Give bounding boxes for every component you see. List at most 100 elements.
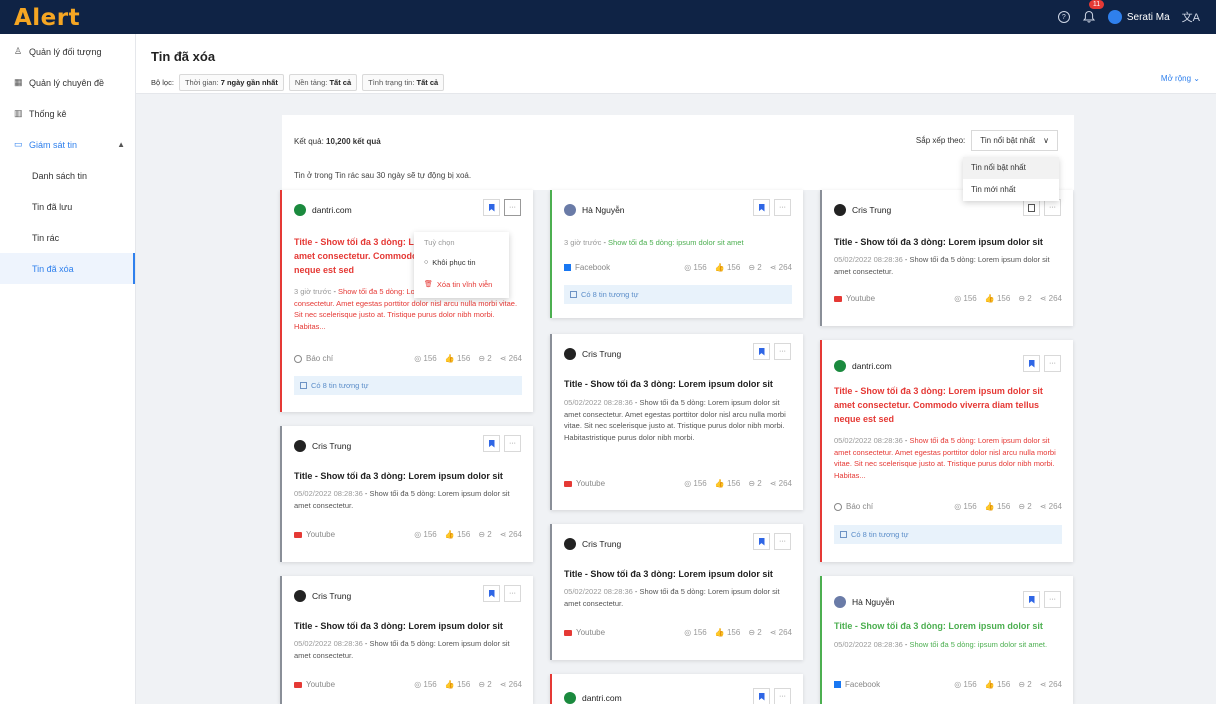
bookmark-button[interactable]	[753, 343, 770, 360]
similar-icon	[300, 382, 307, 389]
notification-bell-icon[interactable]: 11	[1082, 0, 1105, 24]
user-name: Serati Ma	[1126, 11, 1170, 23]
sidebar-item-label: Tin đã xóa	[32, 263, 74, 274]
globe-icon	[294, 354, 302, 363]
news-desc: 05/02/2022 08:28:36 - Show tối đa 5 dòng…	[294, 489, 510, 510]
bookmark-button[interactable]	[483, 435, 500, 452]
news-meta: Youtube ◎ 156 👍 156 ⊖ 2 ⋖ 264	[294, 530, 522, 539]
similar-news-link[interactable]: Có 8 tin tương tự	[834, 525, 1062, 544]
bookmark-button[interactable]	[483, 199, 500, 216]
sidebar-item-topics[interactable]: ▦ Quản lý chuyên đề	[0, 67, 135, 98]
similar-news-link[interactable]: Có 8 tin tương tự	[564, 285, 792, 304]
more-button[interactable]: ···	[504, 585, 521, 602]
news-meta: Báo chí ◎ 156 👍 156 ⊖ 2 ⋖ 264	[294, 354, 522, 363]
options-context-menu: Tuỳ chọn ○ Khôi phục tin 🗑 Xóa tin vĩnh vi…	[414, 232, 509, 298]
sidebar-item-subjects[interactable]: ♙ Quản lý đối tượng	[0, 36, 135, 67]
news-card[interactable]: Cris Trung ··· Title - Show tối đa 3 dòn…	[280, 576, 533, 704]
trash-icon: 🗑	[424, 281, 433, 288]
page-header: Tin đã xóa Bộ lọc: Thời gian: 7 ngày gần…	[136, 34, 1216, 94]
news-card[interactable]: Cris Trung ··· Title - Show tối đa 3 dòn…	[820, 190, 1073, 326]
bookmark-button[interactable]	[1023, 199, 1040, 216]
filter-chip-platform[interactable]: Nền tảng: Tất cả	[288, 74, 358, 91]
user-icon: ♙	[14, 46, 23, 56]
sidebar-item-label: Quản lý chuyên đề	[29, 77, 105, 88]
chevron-down-icon: ∨	[1043, 136, 1049, 145]
chevron-down-icon: ⌄	[1193, 74, 1200, 83]
trash-notice: Tin ở trong Tin rác sau 30 ngày sẽ tự độ…	[294, 171, 472, 180]
similar-news-link[interactable]: Có 8 tin tương tự	[294, 376, 522, 395]
news-title[interactable]: Title - Show tối đa 3 dòng: Lorem ipsum …	[834, 235, 1043, 249]
translate-icon[interactable]: 文A	[1182, 9, 1200, 25]
news-title[interactable]: Title - Show tối đa 3 dòng: Lorem ipsum …	[564, 567, 773, 581]
news-card[interactable]: Cris Trung ··· Title - Show tối đa 3 dòn…	[550, 524, 803, 660]
news-card[interactable]: Hà Nguyễn ··· 3 giờ trước - Show tối đa …	[550, 190, 803, 318]
sidebar-item-news-list[interactable]: Danh sách tin	[0, 160, 135, 191]
news-card[interactable]: dantri.com ···	[550, 674, 803, 704]
result-count: Kết quả: 10,200 kết quả	[294, 137, 381, 146]
sidebar-item-spam[interactable]: Tin rác	[0, 222, 135, 253]
avatar	[294, 440, 306, 452]
avatar	[1107, 10, 1122, 24]
bookmark-button[interactable]	[1023, 591, 1040, 608]
more-button[interactable]: ···	[774, 533, 791, 550]
news-title[interactable]: Title - Show tối đa 3 dòng: Lorem ipsum …	[834, 384, 1064, 426]
news-title[interactable]: Title - Show tối đa 3 dòng: Lorem ipsum …	[294, 619, 503, 633]
sidebar-item-deleted[interactable]: Tin đã xóa	[0, 253, 135, 284]
more-button[interactable]: ···	[504, 435, 521, 452]
sort-label: Sắp xếp theo:	[915, 136, 966, 145]
more-button[interactable]: ···	[1044, 591, 1061, 608]
chevron-up-icon: ▲	[117, 140, 125, 149]
more-button[interactable]: ···	[1044, 355, 1061, 372]
filter-label: Bộ lọc:	[151, 78, 174, 87]
sort-option-newest[interactable]: Tin mới nhất	[963, 179, 1059, 201]
bookmark-button[interactable]	[1023, 355, 1040, 372]
expand-filters-link[interactable]: Mở rộng ⌄	[1161, 74, 1200, 83]
more-button[interactable]: ···	[504, 199, 521, 216]
news-card[interactable]: Hà Nguyễn ··· Title - Show tối đa 3 dòng…	[820, 576, 1073, 704]
news-title[interactable]: Title - Show tối đa 3 dòng: Lorem ipsum …	[564, 377, 773, 391]
more-button[interactable]: ···	[774, 343, 791, 360]
delete-permanent-button[interactable]: 🗑 Xóa tin vĩnh viễn	[414, 274, 509, 296]
bookmark-button[interactable]	[753, 533, 770, 550]
news-card[interactable]: dantri.com ··· Title - Show tối đa 3 dòn…	[820, 340, 1073, 562]
news-card[interactable]: Cris Trung ··· Title - Show tối đa 3 dòn…	[280, 426, 533, 562]
bookmark-button[interactable]	[753, 199, 770, 216]
sidebar-item-saved[interactable]: Tin đã lưu	[0, 191, 135, 222]
source-name: dantri.com	[312, 205, 352, 215]
top-bar: Alert ? 11 Serati Ma 文A	[0, 0, 1216, 34]
news-card[interactable]: dantri.com ··· Title - Show tối đa 3 dòn…	[280, 190, 533, 412]
sort-select[interactable]: Tin nổi bật nhất ∨	[971, 130, 1058, 151]
news-title[interactable]: Title - Show tối đa 3 dòng: Lorem ipsum …	[834, 619, 1043, 633]
news-title[interactable]: Title - Show tối đa 3 dòng: Lorem ipsum …	[294, 469, 503, 483]
bookmark-button[interactable]	[753, 688, 770, 704]
more-button[interactable]: ···	[1044, 199, 1061, 216]
user-menu[interactable]: Serati Ma	[1107, 10, 1170, 24]
sidebar-item-monitoring[interactable]: ▭ Giám sát tin ▲	[0, 129, 135, 160]
sidebar: ♙ Quản lý đối tượng ▦ Quản lý chuyên đề …	[0, 34, 136, 704]
help-icon[interactable]: ?	[1057, 11, 1070, 23]
sort-option-featured[interactable]: Tin nổi bật nhất	[963, 157, 1059, 179]
monitor-icon: ▭	[14, 139, 23, 149]
filter-chip-time[interactable]: Thời gian: 7 ngày gần nhất	[178, 74, 284, 91]
chart-icon: ▥	[14, 108, 23, 118]
more-button[interactable]: ···	[774, 199, 791, 216]
source-name: Cris Trung	[312, 441, 352, 451]
dantri-logo-icon	[294, 204, 306, 216]
sidebar-item-label: Giám sát tin	[29, 139, 78, 150]
sort-dropdown: Tin nổi bật nhất Tin mới nhất	[963, 157, 1059, 201]
bookmark-icon	[488, 203, 495, 212]
news-card[interactable]: Cris Trung ··· Title - Show tối đa 3 dòn…	[550, 334, 803, 510]
sidebar-item-stats[interactable]: ▥ Thống kê	[0, 98, 135, 129]
restore-news-button[interactable]: ○ Khôi phục tin	[414, 252, 509, 274]
notification-count-badge: 11	[1088, 0, 1105, 9]
sidebar-item-label: Quản lý đối tượng	[29, 46, 102, 57]
facebook-icon	[564, 264, 571, 271]
filter-bar: Bộ lọc: Thời gian: 7 ngày gần nhất Nền t…	[151, 74, 445, 91]
bookmark-button[interactable]	[483, 585, 500, 602]
more-button[interactable]: ···	[774, 688, 791, 704]
filter-chip-status[interactable]: Tình trạng tin: Tất cả	[362, 74, 445, 91]
table-icon: ▦	[14, 77, 23, 87]
sidebar-item-label: Thống kê	[29, 108, 67, 119]
app-logo[interactable]: Alert	[14, 5, 80, 31]
results-panel: Kết quả: 10,200 kết quả Sắp xếp theo: Ti…	[282, 115, 1074, 190]
